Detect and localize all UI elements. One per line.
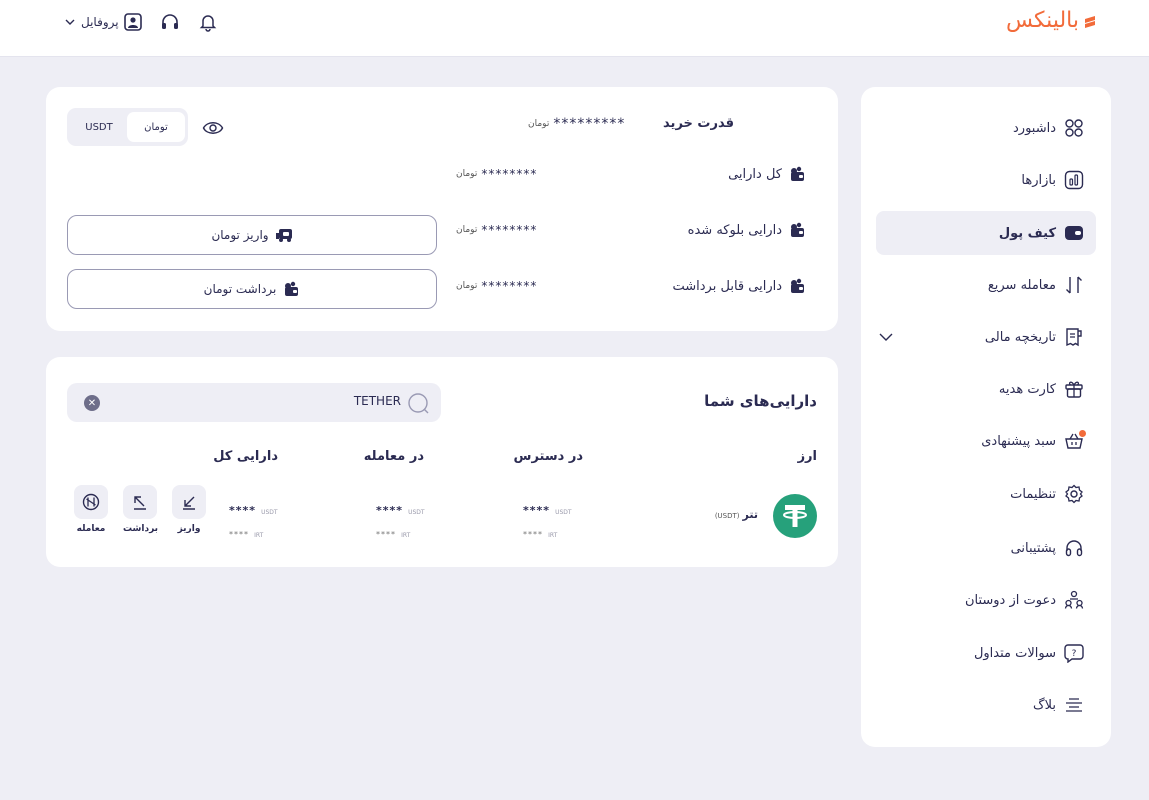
sidebar-item-dashboard[interactable]: داشبورد [876, 106, 1096, 150]
sidebar-item-support[interactable]: پشتیبانی [876, 526, 1096, 570]
truck-icon [275, 227, 293, 243]
sidebar-item-label: کارت هدیه [998, 381, 1056, 397]
sidebar-item-label: تنظیمات [1010, 486, 1056, 502]
svg-text:?: ? [1072, 649, 1077, 659]
sidebar-item-blog[interactable]: بلاگ [876, 683, 1096, 727]
currency-unit: تومان [456, 225, 478, 235]
wallet-coins-icon [788, 165, 806, 183]
withdraw-action-button[interactable] [123, 485, 157, 519]
top-bar: بالینکس پروفایل [0, 0, 1149, 57]
withdrawable-assets-row: دارایی قابل برداشت [673, 277, 807, 295]
currency-toggle: تومان USDT [67, 108, 188, 146]
menu-lines-icon [1064, 695, 1084, 715]
wallet-summary-card: قدرت خرید تومان ********* تومان USDT کل … [46, 87, 838, 331]
assets-card: دارایی‌های شما TETHER ✕ ارز در دسترس در … [46, 357, 838, 567]
search-icon [407, 392, 429, 414]
topbar-tools: پروفایل [64, 12, 218, 32]
sidebar-item-financial-history[interactable]: تاریخچه مالی [876, 315, 1096, 359]
withdraw-action[interactable]: برداشت [123, 485, 158, 534]
basket-icon [1064, 430, 1086, 451]
column-header-currency: ارز [797, 449, 817, 464]
search-input[interactable]: TETHER [354, 394, 401, 408]
sidebar-item-label: سبد پیشنهادی [981, 433, 1056, 449]
sidebar-item-label: پشتیبانی [1010, 540, 1056, 556]
column-header-in-trade: در معامله [363, 449, 424, 464]
trade-action-button[interactable] [74, 485, 108, 519]
assets-title: دارایی‌های شما [704, 392, 817, 410]
currency-unit: تومان [456, 281, 478, 291]
sidebar-item-wallet[interactable]: کیف پول [876, 211, 1096, 255]
in-trade-balance: **** USDT **** IRT [376, 504, 425, 539]
headset-icon[interactable] [160, 12, 180, 32]
deposit-action[interactable]: واریز [172, 485, 206, 534]
sidebar-item-faq[interactable]: ? سوالات متداول [876, 631, 1096, 675]
gift-icon [1064, 379, 1084, 399]
sidebar-item-label: کیف پول [998, 225, 1056, 241]
available-balance: **** USDT **** IRT [523, 504, 572, 539]
markets-icon [1064, 170, 1084, 190]
sidebar-item-quick-trade[interactable]: معامله سریع [876, 263, 1096, 307]
sidebar-item-label: داشبورد [1013, 120, 1056, 136]
sidebar-item-label: تاریخچه مالی [984, 329, 1056, 345]
notification-dot [1079, 430, 1086, 437]
faq-icon: ? [1064, 643, 1084, 663]
withdraw-toman-button[interactable]: برداشت تومان [67, 269, 437, 309]
total-assets-value: تومان ******** [456, 167, 538, 181]
arrow-down-left-icon [181, 494, 197, 510]
wallet-icon [1064, 223, 1084, 243]
asset-search[interactable]: TETHER ✕ [67, 383, 441, 422]
logo[interactable]: بالینکس [1006, 8, 1097, 33]
column-header-total: دارایی کل [213, 449, 278, 464]
sidebar-item-suggested-basket[interactable]: سبد پیشنهادی [876, 419, 1096, 463]
toggle-toman[interactable]: تومان [127, 112, 185, 142]
trade-circle-icon [82, 493, 100, 511]
currency-unit: تومان [528, 119, 550, 129]
sidebar-item-markets[interactable]: بازارها [876, 158, 1096, 202]
profile-menu[interactable]: پروفایل [64, 13, 142, 31]
swap-icon [1064, 275, 1084, 295]
blocked-assets-value: تومان ******** [456, 223, 538, 237]
chevron-down-icon[interactable] [876, 327, 896, 351]
wallet-coins-icon [788, 277, 806, 295]
toggle-usdt[interactable]: USDT [71, 112, 127, 142]
sidebar-item-label: معامله سریع [987, 277, 1056, 293]
logo-text: بالینکس [1005, 8, 1079, 33]
currency-unit: تومان [456, 169, 478, 179]
gear-icon [1064, 484, 1084, 504]
headset-icon [1064, 538, 1084, 558]
sidebar-item-label: دعوت از دوستان [964, 592, 1056, 608]
wallet-coins-icon [282, 280, 300, 298]
sidebar-item-label: سوالات متداول [973, 645, 1056, 661]
profile-icon [123, 13, 142, 31]
deposit-action-button[interactable] [172, 485, 206, 519]
total-balance: **** USDT **** IRT [229, 504, 278, 539]
profile-label: پروفایل [81, 15, 119, 29]
users-icon [1064, 590, 1084, 610]
tether-icon [773, 494, 817, 538]
eye-icon[interactable] [202, 117, 224, 139]
sidebar-item-label: بازارها [1021, 172, 1056, 188]
column-header-available: در دسترس [513, 449, 583, 464]
logo-mark-icon [1083, 14, 1097, 28]
bell-icon[interactable] [198, 12, 218, 32]
wallet-coins-icon [788, 221, 806, 239]
blocked-assets-row: دارایی بلوکه شده [688, 221, 806, 239]
sidebar: داشبورد بازارها کیف پول معامله سریع تاری… [861, 87, 1111, 747]
trade-action[interactable]: معامله [74, 485, 108, 534]
sidebar-item-invite-friends[interactable]: دعوت از دوستان [876, 578, 1096, 622]
arrow-up-left-icon [132, 494, 148, 510]
sidebar-item-settings[interactable]: تنظیمات [876, 472, 1096, 516]
chevron-down-icon [64, 16, 76, 28]
clear-search-icon[interactable]: ✕ [84, 395, 100, 411]
asset-name: تتر (USDT) [714, 508, 758, 521]
dashboard-icon [1064, 118, 1084, 138]
withdrawable-assets-value: تومان ******** [456, 279, 538, 293]
deposit-toman-button[interactable]: واریز تومان [67, 215, 437, 255]
receipt-icon [1064, 327, 1084, 347]
sidebar-item-gift-card[interactable]: کارت هدیه [876, 367, 1096, 411]
total-assets-row: کل دارایی [728, 165, 806, 183]
buying-power-label: قدرت خرید [663, 116, 734, 131]
buying-power-value: تومان ********* [528, 116, 626, 132]
sidebar-item-label: بلاگ [1032, 697, 1056, 713]
